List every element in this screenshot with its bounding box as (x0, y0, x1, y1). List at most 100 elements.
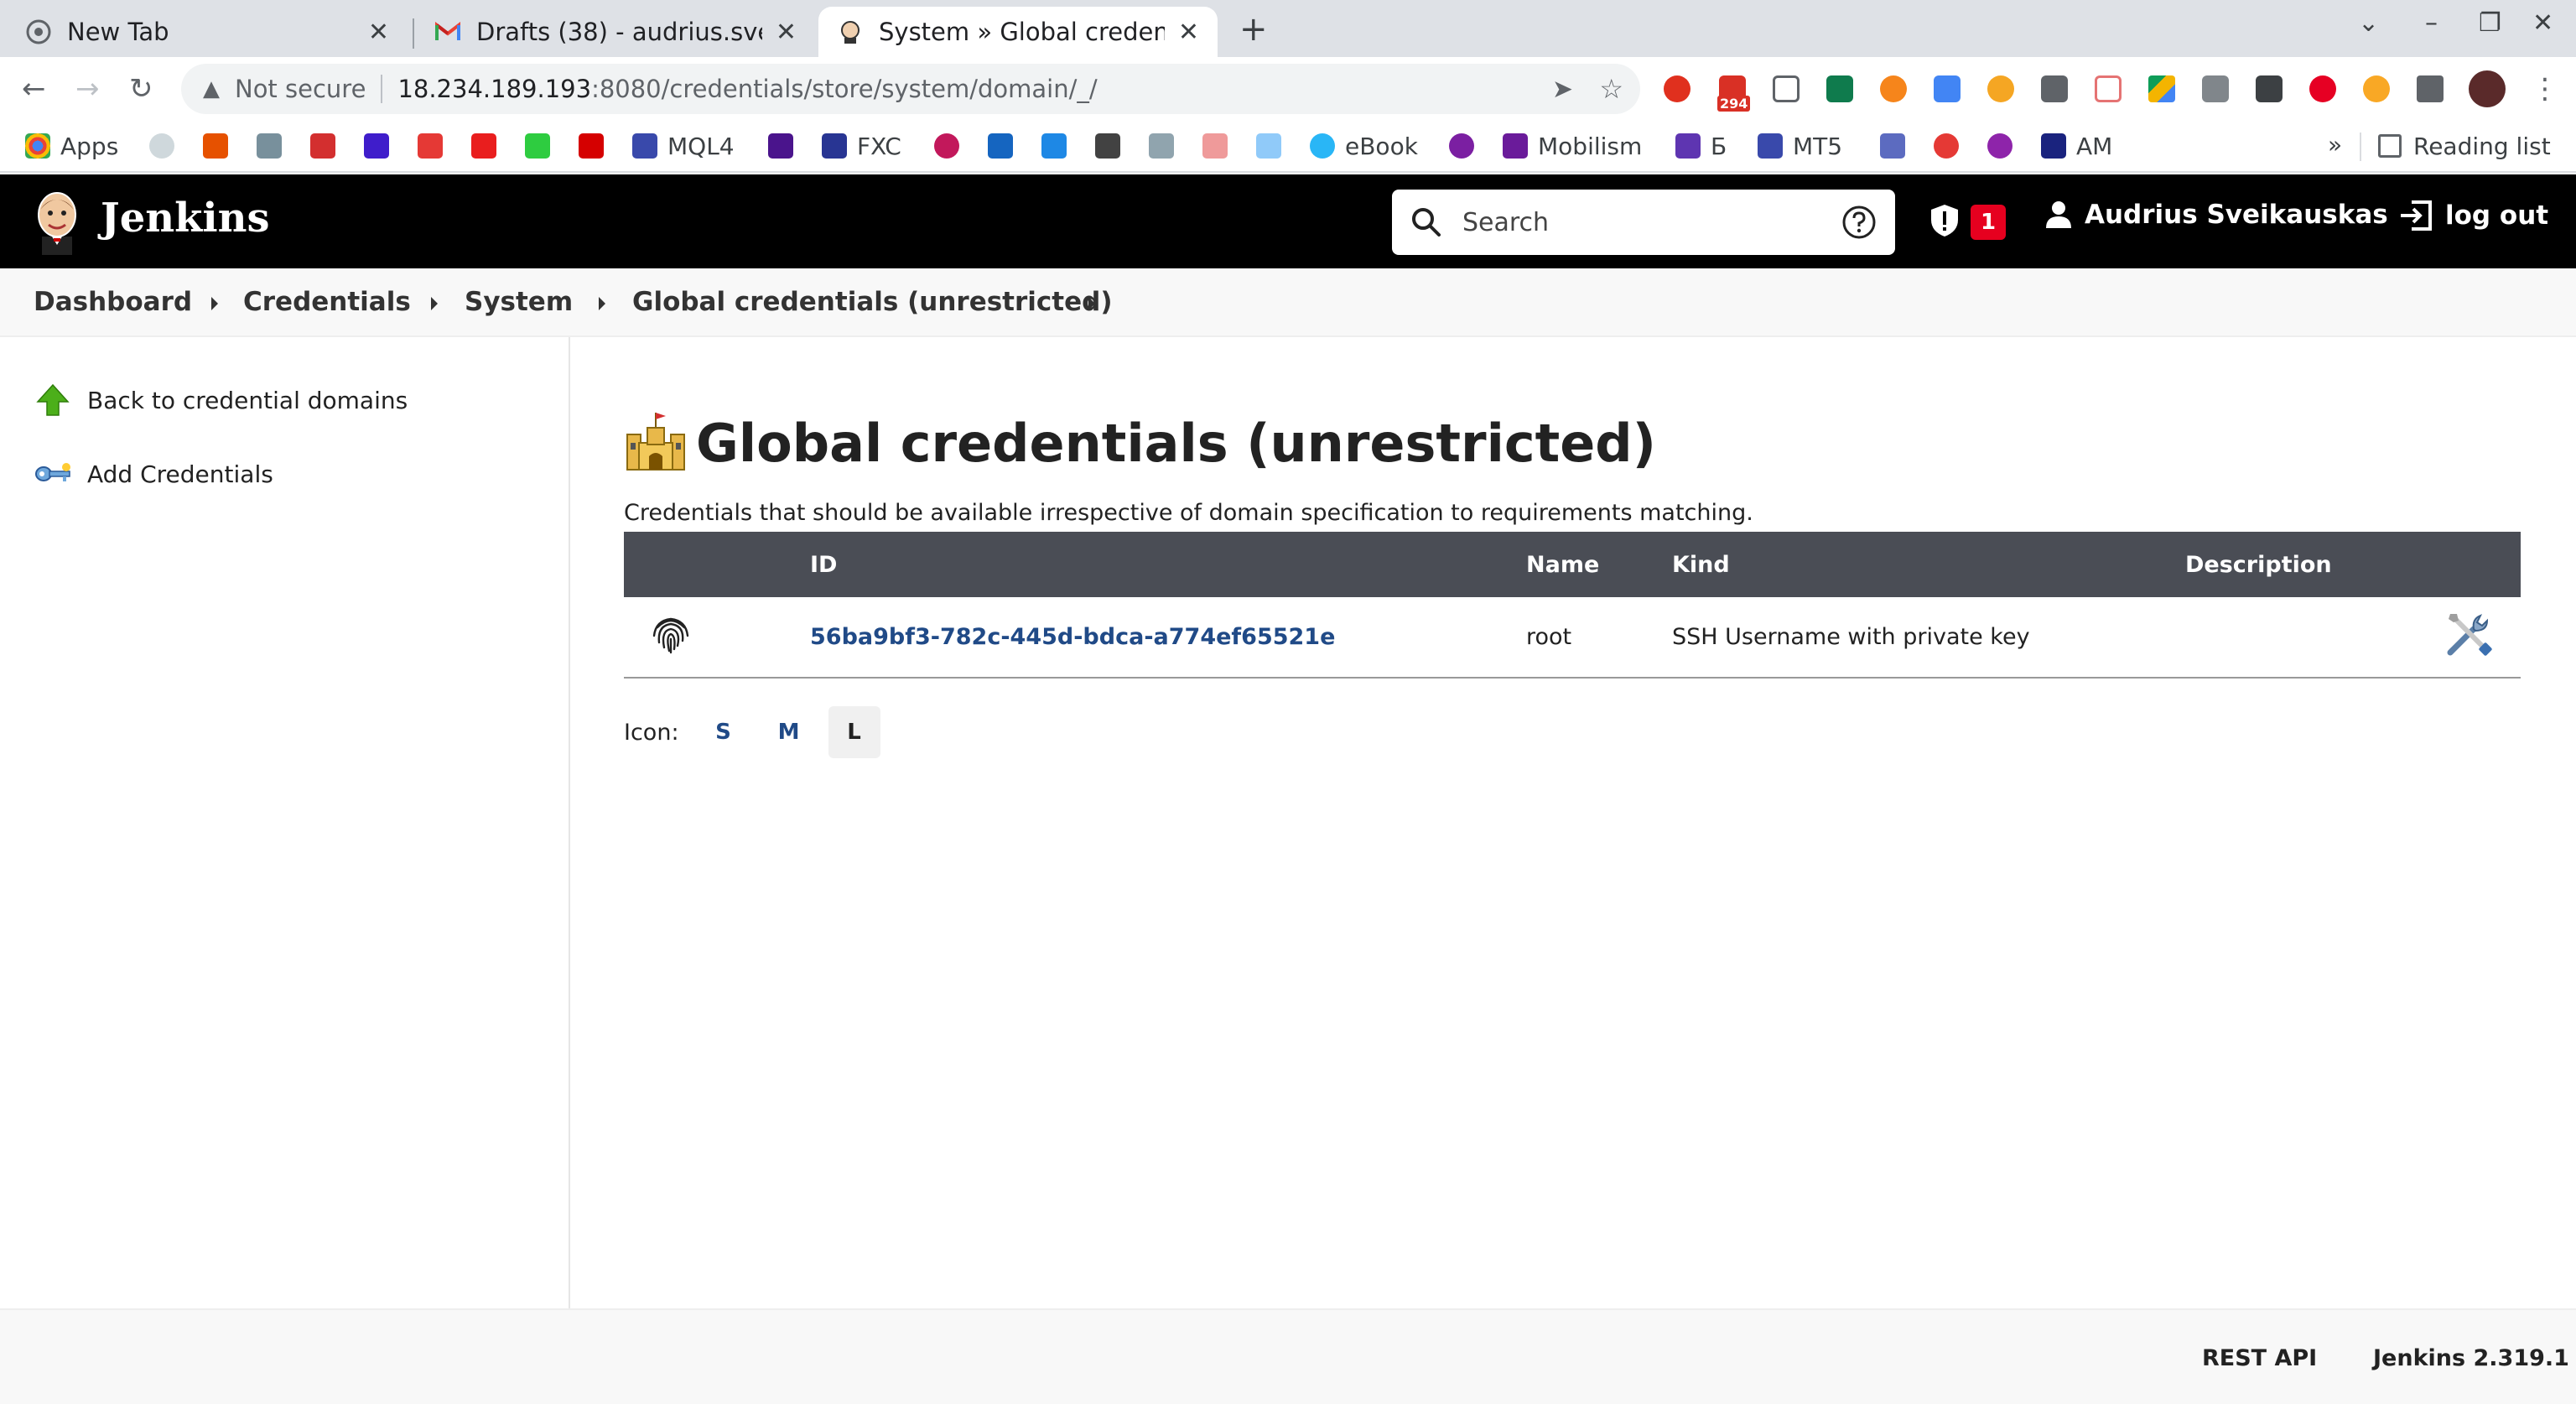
icon-size-medium[interactable]: M (763, 706, 815, 758)
bookmark-item[interactable] (310, 129, 335, 163)
bookmark-item[interactable] (1449, 129, 1474, 163)
chevron-right-icon[interactable] (211, 297, 218, 310)
calendar-icon[interactable] (2095, 75, 2122, 102)
coupon-icon[interactable] (2363, 75, 2390, 102)
chevron-right-icon[interactable] (1088, 297, 1095, 310)
bookmark-mql4[interactable]: MQL4 (632, 129, 735, 163)
camera-icon[interactable] (2202, 75, 2229, 102)
gmail-checker-icon[interactable]: 294 (1717, 75, 1751, 112)
drive-icon[interactable] (2148, 75, 2175, 102)
bookmark-item[interactable] (203, 129, 228, 163)
bookmark-item[interactable] (988, 129, 1013, 163)
rest-api-link[interactable]: REST API (2202, 1345, 2317, 1371)
page-heading: Global credentials (unrestricted) (624, 409, 1656, 476)
bookmark-item[interactable] (1934, 129, 1959, 163)
search-box[interactable] (1392, 190, 1895, 255)
chevron-down-icon[interactable]: ⌄ (2358, 8, 2379, 38)
credential-id-link[interactable]: 56ba9bf3-782c-445d-bdca-a774ef65521e (810, 624, 1335, 650)
new-tab-button[interactable]: + (1239, 10, 1268, 49)
bookmark-item[interactable] (1202, 129, 1228, 163)
user-menu-link[interactable]: Audrius Sveikauskas (2044, 200, 2388, 230)
bookmark-item[interactable] (1987, 129, 2012, 163)
star-icon[interactable]: ☆ (1599, 73, 1623, 105)
send-icon[interactable]: ➤ (1552, 75, 1573, 104)
reload-icon[interactable]: ↻ (129, 72, 153, 106)
bookmark-apps[interactable]: Apps (25, 129, 118, 163)
tab-new-tab[interactable]: New Tab ✕ (7, 7, 408, 57)
bookmark-mobilism[interactable]: Mobilism (1503, 129, 1642, 163)
jenkins-app-name[interactable]: Jenkins (101, 195, 270, 242)
bookmark-icon (1149, 133, 1174, 159)
close-icon[interactable]: ✕ (776, 18, 797, 47)
more-menu-icon[interactable]: ⋮ (2531, 72, 2559, 106)
bookmark-mt5[interactable]: MT5 (1758, 129, 1842, 163)
search-input[interactable] (1462, 201, 1815, 243)
tab-jenkins-credentials[interactable]: System » Global credentia ✕ (818, 7, 1218, 57)
minimize-icon[interactable]: – (2425, 8, 2438, 38)
bookmark-ebook[interactable]: eBook (1310, 129, 1418, 163)
configure-tools-icon[interactable] (2444, 614, 2494, 665)
security-status[interactable]: Not secure (235, 75, 366, 103)
back-arrow-icon[interactable]: ← (22, 72, 46, 106)
bookmark-item[interactable] (149, 129, 174, 163)
chevron-right-icon[interactable] (431, 297, 438, 310)
task-add-credentials[interactable]: Add Credentials (34, 455, 273, 493)
close-window-icon[interactable]: ✕ (2532, 8, 2553, 38)
task-back-to-credential-domains[interactable]: Back to credential domains (34, 381, 408, 419)
bookmark-item[interactable] (418, 129, 443, 163)
close-icon[interactable]: ✕ (1178, 18, 1199, 47)
adblock-icon[interactable] (1664, 75, 1690, 102)
puzzle-icon[interactable] (2417, 75, 2444, 102)
security-alert-button[interactable]: 1 (1929, 203, 2006, 242)
breadcrumb-dashboard[interactable]: Dashboard (34, 287, 192, 317)
metamask-icon[interactable] (1880, 75, 1907, 102)
bookmark-item[interactable] (257, 129, 282, 163)
bookmark-be[interactable]: Б (1675, 129, 1727, 163)
address-bar[interactable]: ▲ Not secure 18.234.189.193:8080/credent… (181, 64, 1640, 114)
bookmark-item[interactable] (934, 129, 959, 163)
column-header-kind[interactable]: Kind (1672, 532, 2185, 597)
warning-icon[interactable]: ▲ (203, 76, 220, 101)
breadcrumb-global-credentials[interactable]: Global credentials (unrestricted) (632, 287, 1113, 317)
translate-icon[interactable] (1934, 75, 1961, 102)
column-header-id[interactable]: ID (810, 532, 1526, 597)
icon-size-large[interactable]: L (828, 706, 880, 758)
bookmark-am[interactable]: AM (2041, 129, 2112, 163)
jenkins-logo-icon[interactable] (30, 190, 84, 255)
search-extension-icon[interactable] (1987, 75, 2014, 102)
column-header-name[interactable]: Name (1526, 532, 1672, 597)
breadcrumb-credentials[interactable]: Credentials (243, 287, 411, 317)
bookmark-item[interactable] (525, 129, 550, 163)
breadcrumb-system[interactable]: System (465, 287, 573, 317)
bookmark-item[interactable] (1256, 129, 1281, 163)
profile-avatar[interactable] (2469, 70, 2506, 107)
s-extension-icon[interactable] (1826, 75, 1853, 102)
copy-icon[interactable] (2041, 75, 2068, 102)
column-header-description[interactable]: Description (2185, 532, 2420, 597)
reading-list-label: Reading list (2413, 132, 2551, 160)
forward-arrow-icon[interactable]: → (75, 72, 100, 106)
tab-gmail-drafts[interactable]: Drafts (38) - audrius.sveik ✕ (416, 7, 815, 57)
help-icon[interactable] (1841, 205, 1877, 243)
restore-icon[interactable]: ❐ (2479, 8, 2501, 38)
bookmarks-overflow-button[interactable]: » (2328, 131, 2342, 159)
bookmark-item[interactable] (1041, 129, 1067, 163)
bookmark-item[interactable] (1149, 129, 1174, 163)
pulse-icon[interactable] (1773, 75, 1800, 102)
pinterest-icon[interactable] (2309, 75, 2336, 102)
bookmark-item[interactable] (364, 129, 389, 163)
close-icon[interactable]: ✕ (368, 18, 389, 47)
bookmark-icon (1202, 133, 1228, 159)
icon-size-small[interactable]: S (698, 706, 750, 758)
bookmark-item[interactable] (471, 129, 496, 163)
jenkins-version-link[interactable]: Jenkins 2.319.1 (2373, 1345, 2569, 1371)
logout-link[interactable]: log out (2398, 200, 2548, 231)
chevron-right-icon[interactable] (599, 297, 605, 310)
cast-icon[interactable] (2256, 75, 2283, 102)
bookmark-item[interactable] (1095, 129, 1120, 163)
reading-list-button[interactable]: Reading list (2378, 129, 2551, 163)
bookmark-item[interactable] (768, 129, 793, 163)
bookmark-fxc[interactable]: FXC (822, 129, 901, 163)
bookmark-item[interactable] (1880, 129, 1905, 163)
bookmark-item[interactable] (579, 129, 604, 163)
